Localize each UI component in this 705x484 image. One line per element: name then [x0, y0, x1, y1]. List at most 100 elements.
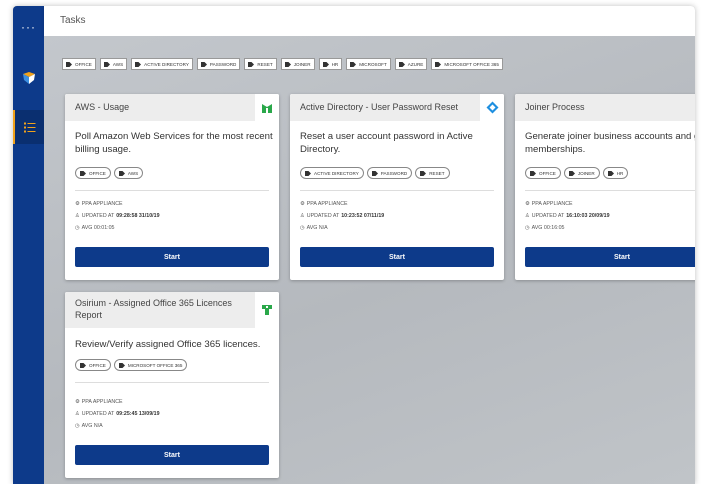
app-logo[interactable] [13, 61, 44, 95]
updated-info: ♙ UPDATED AT 16:10:03 20/09/19 [525, 213, 610, 219]
app-window: ··· Tasks OFFICE AWS ACTIVE DIRECTORY PA… [13, 6, 695, 484]
user-icon: ♙ [75, 213, 80, 219]
tag-pill[interactable]: OFFICE [75, 359, 111, 371]
tag-pill[interactable]: PASSWORD [366, 167, 413, 179]
card-title: Active Directory - User Password Reset [300, 102, 459, 112]
tag-pill[interactable]: AWS [113, 167, 144, 179]
divider [525, 190, 695, 191]
tag-pill[interactable]: RESET [415, 167, 450, 179]
gear-icon: ⚙ [75, 399, 80, 405]
start-button[interactable]: Start [300, 247, 494, 267]
user-icon: ♙ [525, 213, 530, 219]
tag-pill[interactable]: ACTIVE DIRECTORY [300, 167, 364, 179]
task-board: OFFICE AWS ACTIVE DIRECTORY PASSWORD RES… [44, 36, 695, 484]
aws-usage-icon [262, 103, 272, 113]
start-button[interactable]: Start [525, 247, 695, 267]
tag-icon [80, 362, 86, 368]
card-header: Joiner Process [515, 94, 695, 121]
tag-pill[interactable]: MICROSOFT OFFICE 365 [113, 359, 188, 371]
tag-filter-password[interactable]: PASSWORD [196, 58, 241, 70]
start-button[interactable]: Start [75, 247, 269, 267]
tag-filter-azure[interactable]: AZURE [394, 58, 428, 70]
tag-icon [420, 170, 427, 176]
card-description: Review/Verify assigned Office 365 licenc… [75, 339, 261, 350]
tag-icon [568, 170, 575, 176]
tag-icon [248, 61, 255, 67]
tag-icon [435, 61, 442, 67]
tag-filter-hr[interactable]: HR [318, 58, 343, 70]
divider [75, 190, 269, 191]
active-directory-icon [486, 101, 498, 114]
menu-button[interactable]: ··· [13, 10, 44, 44]
divider [75, 382, 269, 383]
gear-icon: ⚙ [300, 201, 305, 207]
average-duration: ◷ AVG 00:01:05 [75, 225, 115, 231]
tag-icon [350, 61, 357, 67]
card-description: Poll Amazon Web Services for the most re… [75, 131, 273, 155]
tag-pill[interactable]: OFFICE [525, 167, 561, 179]
more-icon: ··· [21, 20, 36, 34]
card-title: AWS - Usage [75, 102, 130, 112]
tag-icon [118, 362, 125, 368]
card-logo [255, 292, 279, 328]
tag-icon [135, 61, 142, 67]
card-header: Osirium - Assigned Office 365 Licences R… [65, 292, 279, 328]
tag-filter-joiner[interactable]: JOINER [280, 58, 315, 70]
start-button[interactable]: Start [75, 445, 269, 465]
tag-filter-office[interactable]: OFFICE [62, 58, 96, 70]
tag-filter-microsoft[interactable]: MICROSOFT [346, 58, 391, 70]
average-duration: ◷ AVG N/A [300, 225, 328, 231]
appliance-info: ⚙ PPA APPLIANCE [75, 399, 123, 405]
tag-filter-bar: OFFICE AWS ACTIVE DIRECTORY PASSWORD RES… [62, 58, 503, 70]
tag-filter-reset[interactable]: RESET [244, 58, 277, 70]
card-tags: OFFICE AWS [75, 167, 144, 179]
tag-pill[interactable]: OFFICE [75, 167, 111, 179]
logo-icon [22, 72, 35, 84]
clock-icon: ◷ [75, 423, 80, 429]
tag-filter-microsoft-office-365[interactable]: MICROSOFT OFFICE 365 [431, 58, 503, 70]
sidebar: ··· [13, 6, 44, 484]
tag-icon [103, 61, 110, 67]
tag-icon [284, 61, 291, 67]
card-description: Reset a user account password in Active … [300, 131, 473, 155]
clock-icon: ◷ [75, 225, 80, 231]
tag-pill[interactable]: HR [602, 167, 629, 179]
sidebar-item-tasks[interactable] [13, 110, 44, 144]
tag-icon [322, 61, 329, 67]
tag-pill[interactable]: JOINER [563, 167, 600, 179]
updated-info: ♙ UPDATED AT 09:28:58 31/10/19 [75, 213, 160, 219]
user-icon: ♙ [300, 213, 305, 219]
tag-icon [530, 170, 536, 176]
card-description: Generate joiner business accounts and gr… [525, 131, 695, 155]
card-title: Joiner Process [525, 102, 585, 112]
task-list-icon [23, 122, 35, 132]
tag-icon [371, 170, 378, 176]
card-header: Active Directory - User Password Reset [290, 94, 504, 121]
tag-icon [398, 61, 405, 67]
card-tags: OFFICE MICROSOFT OFFICE 365 [75, 359, 188, 371]
tag-filter-active-directory[interactable]: ACTIVE DIRECTORY [131, 58, 193, 70]
appliance-info: ⚙ PPA APPLIANCE [300, 201, 348, 207]
tag-icon [305, 170, 311, 176]
tag-icon [66, 61, 72, 67]
tag-icon [80, 170, 86, 176]
clock-icon: ◷ [525, 225, 530, 231]
tag-icon [200, 61, 207, 67]
card-title: Osirium - Assigned Office 365 Licences R… [75, 298, 232, 320]
tag-filter-aws[interactable]: AWS [99, 58, 128, 70]
gear-icon: ⚙ [525, 201, 530, 207]
card-tags: OFFICE JOINER HR [525, 167, 629, 179]
task-card: Osirium - Assigned Office 365 Licences R… [65, 292, 279, 478]
card-tags: ACTIVE DIRECTORY PASSWORD RESET [300, 167, 450, 179]
updated-info: ♙ UPDATED AT 09:25:45 13/09/19 [75, 411, 160, 417]
top-bar: Tasks [44, 6, 695, 36]
clock-icon: ◷ [300, 225, 305, 231]
task-card: Active Directory - User Password Reset R… [290, 94, 504, 280]
osirium-icon [262, 305, 272, 315]
average-duration: ◷ AVG 00:16:05 [525, 225, 565, 231]
page-title: Tasks [60, 15, 86, 26]
card-logo [255, 94, 279, 121]
appliance-info: ⚙ PPA APPLIANCE [525, 201, 573, 207]
divider [300, 190, 494, 191]
tag-icon [607, 170, 614, 176]
